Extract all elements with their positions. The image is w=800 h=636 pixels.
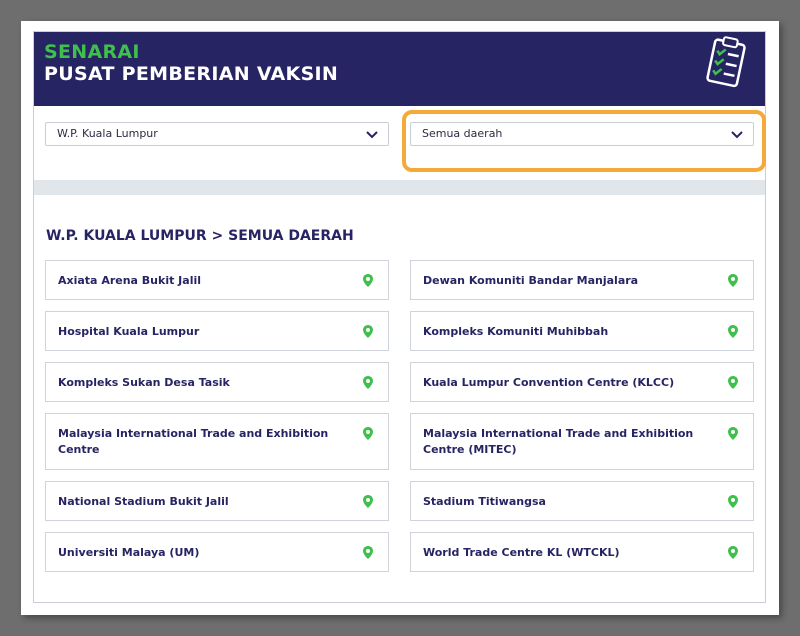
header-banner: SENARAI PUSAT PEMBERIAN VAKSIN xyxy=(34,32,765,106)
centre-name: World Trade Centre KL (WTCKL) xyxy=(423,546,620,559)
vaccine-centre-panel: SENARAI PUSAT PEMBERIAN VAKSIN W.P. Kual… xyxy=(33,31,766,603)
map-pin-icon xyxy=(363,274,373,287)
centre-list-item[interactable]: Kompleks Sukan Desa Tasik xyxy=(45,362,389,402)
centre-list-item[interactable]: National Stadium Bukit Jalil xyxy=(45,481,389,521)
map-pin-icon xyxy=(363,376,373,389)
centre-name: Hospital Kuala Lumpur xyxy=(58,325,200,338)
chevron-down-icon xyxy=(366,131,378,139)
state-select-value: W.P. Kuala Lumpur xyxy=(57,127,158,140)
centre-list-item[interactable]: Axiata Arena Bukit Jalil xyxy=(45,260,389,300)
centre-list-item[interactable]: Malaysia International Trade and Exhibit… xyxy=(45,413,389,470)
centre-name: National Stadium Bukit Jalil xyxy=(58,495,229,508)
centre-list-item[interactable]: Dewan Komuniti Bandar Manjalara xyxy=(410,260,754,300)
centre-name: Universiti Malaya (UM) xyxy=(58,546,200,559)
centre-list: Axiata Arena Bukit Jalil Dewan Komuniti B… xyxy=(45,260,754,572)
map-pin-icon xyxy=(728,495,738,508)
title-line-2: PUSAT PEMBERIAN VAKSIN xyxy=(44,63,339,85)
centre-list-item[interactable]: Stadium Titiwangsa xyxy=(410,481,754,521)
map-pin-icon xyxy=(363,546,373,559)
centre-list-item[interactable]: Malaysia International Trade and Exhibit… xyxy=(410,413,754,470)
screenshot-frame: SENARAI PUSAT PEMBERIAN VAKSIN W.P. Kual… xyxy=(21,21,779,615)
map-pin-icon xyxy=(363,325,373,338)
map-pin-icon xyxy=(728,325,738,338)
centre-list-item[interactable]: Kuala Lumpur Convention Centre (KLCC) xyxy=(410,362,754,402)
map-pin-icon xyxy=(363,427,373,440)
centre-name: Dewan Komuniti Bandar Manjalara xyxy=(423,274,639,287)
centre-name: Malaysia International Trade and Exhibit… xyxy=(58,427,329,456)
map-pin-icon xyxy=(728,427,738,440)
results-heading: W.P. KUALA LUMPUR > SEMUA DAERAH xyxy=(46,228,354,244)
centre-name: Kuala Lumpur Convention Centre (KLCC) xyxy=(423,376,675,389)
centre-list-item[interactable]: Universiti Malaya (UM) xyxy=(45,532,389,572)
centre-name: Kompleks Sukan Desa Tasik xyxy=(58,376,230,389)
map-pin-icon xyxy=(363,495,373,508)
district-select-highlight xyxy=(402,110,766,172)
centre-name: Malaysia International Trade and Exhibit… xyxy=(423,427,694,456)
map-pin-icon xyxy=(728,546,738,559)
clipboard-checklist-icon xyxy=(706,36,746,88)
centre-name: Kompleks Komuniti Muhibbah xyxy=(423,325,609,338)
state-select[interactable]: W.P. Kuala Lumpur xyxy=(45,122,389,146)
centre-list-item[interactable]: Hospital Kuala Lumpur xyxy=(45,311,389,351)
centre-name: Stadium Titiwangsa xyxy=(423,495,546,508)
centre-list-item[interactable]: World Trade Centre KL (WTCKL) xyxy=(410,532,754,572)
section-divider xyxy=(34,180,765,195)
map-pin-icon xyxy=(728,376,738,389)
centre-list-item[interactable]: Kompleks Komuniti Muhibbah xyxy=(410,311,754,351)
title-line-1: SENARAI xyxy=(44,41,140,63)
centre-name: Axiata Arena Bukit Jalil xyxy=(58,274,202,287)
map-pin-icon xyxy=(728,274,738,287)
